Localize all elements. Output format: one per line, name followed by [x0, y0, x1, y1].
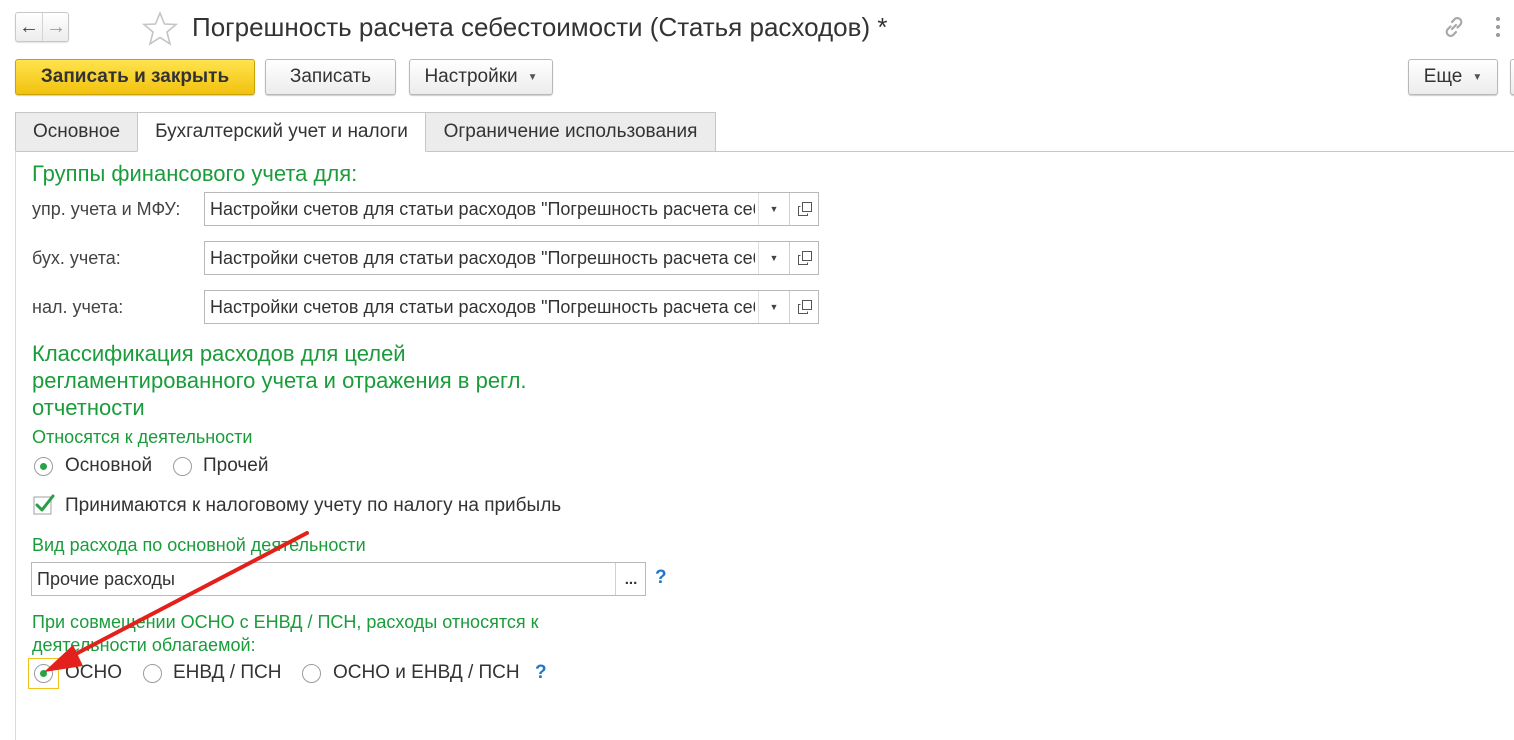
annotation-arrow — [44, 531, 309, 672]
tab-accounting-taxes[interactable]: Бухгалтерский учет и налоги — [137, 112, 426, 152]
tab-accounting-taxes-label: Бухгалтерский учет и налоги — [155, 121, 408, 142]
